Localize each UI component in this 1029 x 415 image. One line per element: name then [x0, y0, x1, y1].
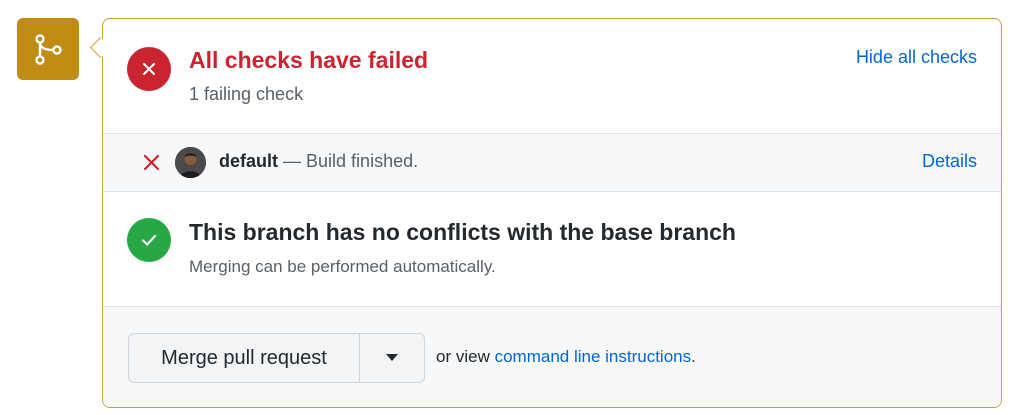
check-circle-icon — [127, 218, 171, 262]
checks-summary-text: 1 failing check — [189, 84, 304, 104]
note-suffix: . — [691, 347, 696, 366]
command-line-note: or view command line instructions. — [436, 347, 696, 367]
conflicts-title: This branch has no conflicts with the ba… — [189, 219, 736, 245]
merge-button-group: Merge pull request — [128, 333, 425, 383]
checks-title: All checks have failed — [189, 47, 429, 73]
check-description: default — Build finished. — [219, 151, 418, 172]
check-item: default — Build finished. Details — [103, 133, 1001, 192]
merge-options-dropdown[interactable] — [360, 334, 424, 382]
checks-summary: All checks have failed 1 failing check H… — [103, 19, 1001, 133]
command-line-instructions-link[interactable]: command line instructions — [495, 347, 692, 366]
merge-actions: Merge pull request or view command line … — [103, 306, 1001, 407]
conflicts-subtitle: Merging can be performed automatically. — [189, 257, 496, 276]
x-circle-icon — [127, 47, 171, 91]
check-name: default — [219, 151, 279, 171]
triangle-down-icon — [386, 349, 398, 367]
avatar — [175, 147, 206, 178]
check-status: — Build finished. — [283, 151, 419, 171]
merge-status-panel: All checks have failed 1 failing check H… — [102, 18, 1002, 408]
merge-pull-request-button[interactable]: Merge pull request — [129, 334, 360, 382]
hide-checks-link[interactable]: Hide all checks — [856, 47, 977, 68]
x-icon — [143, 154, 160, 176]
details-link[interactable]: Details — [922, 151, 977, 172]
git-merge-icon — [17, 18, 79, 80]
note-prefix: or view — [436, 347, 490, 366]
